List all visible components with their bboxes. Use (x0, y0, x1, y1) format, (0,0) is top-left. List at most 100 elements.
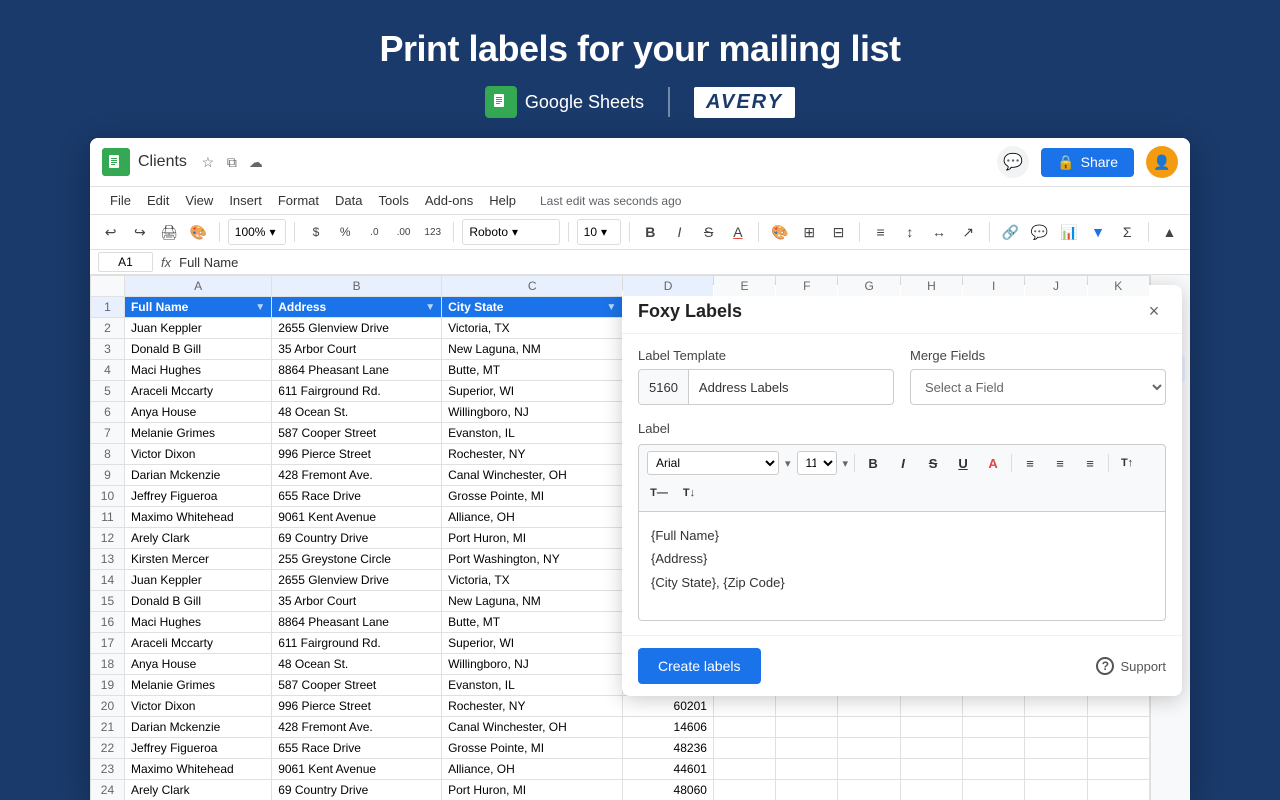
table-cell[interactable]: Butte, MT (442, 612, 623, 633)
table-cell[interactable]: Port Washington, NY (442, 549, 623, 570)
zoom-selector[interactable]: 100% ▾ (228, 219, 287, 245)
table-cell[interactable]: New Laguna, NM (442, 591, 623, 612)
font-size-select[interactable]: 11 10 12 (797, 451, 837, 475)
table-cell[interactable]: Willingboro, NJ (442, 654, 623, 675)
table-cell[interactable]: Anya House (124, 402, 271, 423)
user-avatar[interactable]: 👤 (1146, 146, 1178, 178)
dialog-close-button[interactable]: × (1142, 299, 1166, 323)
table-cell[interactable]: Superior, WI (442, 381, 623, 402)
label-align-right-button[interactable]: ≡ (1078, 451, 1102, 475)
table-cell[interactable]: 8864 Pheasant Lane (272, 612, 442, 633)
col-header-k[interactable]: K (1087, 276, 1149, 297)
table-cell[interactable]: Grosse Pointe, MI (442, 738, 623, 759)
valign-button[interactable]: ↕ (897, 219, 922, 245)
table-cell[interactable]: 2655 Glenview Drive (272, 318, 442, 339)
table-cell[interactable]: Jeffrey Figueroa (124, 486, 271, 507)
table-cell[interactable]: 8864 Pheasant Lane (272, 360, 442, 381)
table-cell[interactable]: Victor Dixon (124, 696, 271, 717)
col-header-c[interactable]: C (442, 276, 623, 297)
move-icon[interactable]: ⧉ (223, 153, 241, 171)
table-cell[interactable]: Maximo Whitehead (124, 759, 271, 780)
menu-edit[interactable]: Edit (139, 189, 177, 212)
font-size-selector[interactable]: 10 ▾ (577, 219, 621, 245)
italic-button[interactable]: I (667, 219, 692, 245)
label-underline-button[interactable]: U (951, 451, 975, 475)
foxy-labels-dialog[interactable]: Foxy Labels × Label Template 5160 Addres… (622, 285, 1182, 696)
col-header-f[interactable]: F (776, 276, 838, 297)
table-cell[interactable]: 428 Fremont Ave. (272, 717, 442, 738)
table-cell[interactable]: 996 Pierce Street (272, 696, 442, 717)
link-button[interactable]: 🔗 (998, 219, 1023, 245)
table-cell[interactable]: Butte, MT (442, 360, 623, 381)
percent-button[interactable]: % (333, 219, 358, 245)
template-input[interactable]: 5160 Address Labels (638, 369, 894, 405)
table-cell[interactable]: 69 Country Drive (272, 528, 442, 549)
paint-format-button[interactable]: 🎨 (186, 219, 211, 245)
table-cell[interactable]: Maci Hughes (124, 612, 271, 633)
label-valign-mid-button[interactable]: T— (647, 481, 671, 505)
wrap-button[interactable]: ↔ (926, 219, 951, 245)
table-cell[interactable]: Port Huron, MI (442, 780, 623, 800)
table-cell[interactable]: Evanston, IL (442, 675, 623, 696)
table-cell[interactable]: 255 Greystone Circle (272, 549, 442, 570)
table-cell[interactable]: Victoria, TX (442, 318, 623, 339)
label-align-center-button[interactable]: ≡ (1048, 451, 1072, 475)
table-cell[interactable]: Jeffrey Figueroa (124, 738, 271, 759)
borders-button[interactable]: ⊞ (797, 219, 822, 245)
table-cell[interactable]: Alliance, OH (442, 759, 623, 780)
table-cell[interactable]: Grosse Pointe, MI (442, 486, 623, 507)
menu-add-ons[interactable]: Add-ons (417, 189, 481, 212)
table-cell[interactable]: Canal Winchester, OH (442, 465, 623, 486)
star-icon[interactable]: ☆ (199, 153, 217, 171)
table-cell[interactable]: Donald B Gill (124, 591, 271, 612)
table-cell[interactable]: 655 Race Drive (272, 738, 442, 759)
col-header-j[interactable]: J (1025, 276, 1087, 297)
table-cell[interactable]: 996 Pierce Street (272, 444, 442, 465)
table-cell[interactable]: Alliance, OH (442, 507, 623, 528)
share-button[interactable]: 🔒 Share (1041, 148, 1134, 177)
table-cell[interactable]: 587 Cooper Street (272, 675, 442, 696)
table-cell[interactable]: 428 Fremont Ave. (272, 465, 442, 486)
menu-format[interactable]: Format (270, 189, 327, 212)
text-color-button[interactable]: A (725, 219, 750, 245)
table-cell[interactable]: Maximo Whitehead (124, 507, 271, 528)
table-cell[interactable]: Donald B Gill (124, 339, 271, 360)
menu-file[interactable]: File (102, 189, 139, 212)
table-cell[interactable]: Melanie Grimes (124, 675, 271, 696)
table-cell[interactable]: 611 Fairground Rd. (272, 381, 442, 402)
col-header-h[interactable]: H (900, 276, 962, 297)
table-cell[interactable]: 35 Arbor Court (272, 339, 442, 360)
collapse-button[interactable]: ▲ (1157, 219, 1182, 245)
label-text-color-button[interactable]: A (981, 451, 1005, 475)
undo-button[interactable]: ↩ (98, 219, 123, 245)
currency-button[interactable]: $ (303, 219, 328, 245)
menu-help[interactable]: Help (481, 189, 524, 212)
table-cell[interactable]: Juan Keppler (124, 318, 271, 339)
comments-icon[interactable]: 💬 (997, 146, 1029, 178)
comment-button[interactable]: 💬 (1027, 219, 1052, 245)
table-cell[interactable]: Melanie Grimes (124, 423, 271, 444)
label-strike-button[interactable]: S (921, 451, 945, 475)
bold-button[interactable]: B (638, 219, 663, 245)
col-header-g[interactable]: G (838, 276, 900, 297)
decrease-decimal-button[interactable]: .0 (362, 219, 387, 245)
cell-reference-input[interactable] (98, 252, 153, 272)
table-cell[interactable]: 69 Country Drive (272, 780, 442, 800)
font-family-select[interactable]: Arial Times New Roman (647, 451, 779, 475)
number-format-button[interactable]: 123 (420, 219, 445, 245)
table-cell[interactable]: 655 Race Drive (272, 486, 442, 507)
rotate-button[interactable]: ↗ (956, 219, 981, 245)
increase-decimal-button[interactable]: .00 (391, 219, 416, 245)
merge-button[interactable]: ⊟ (826, 219, 851, 245)
merge-fields-select[interactable]: Select a Field Full Name Address City St… (910, 369, 1166, 405)
table-cell[interactable]: Canal Winchester, OH (442, 717, 623, 738)
table-cell[interactable]: Rochester, NY (442, 444, 623, 465)
label-italic-button[interactable]: I (891, 451, 915, 475)
strikethrough-button[interactable]: S (696, 219, 721, 245)
table-cell[interactable]: Arely Clark (124, 528, 271, 549)
menu-tools[interactable]: Tools (370, 189, 416, 212)
table-cell[interactable]: Araceli Mccarty (124, 381, 271, 402)
col-header-i[interactable]: I (963, 276, 1025, 297)
table-cell[interactable]: Darian Mckenzie (124, 717, 271, 738)
fill-color-button[interactable]: 🎨 (767, 219, 792, 245)
